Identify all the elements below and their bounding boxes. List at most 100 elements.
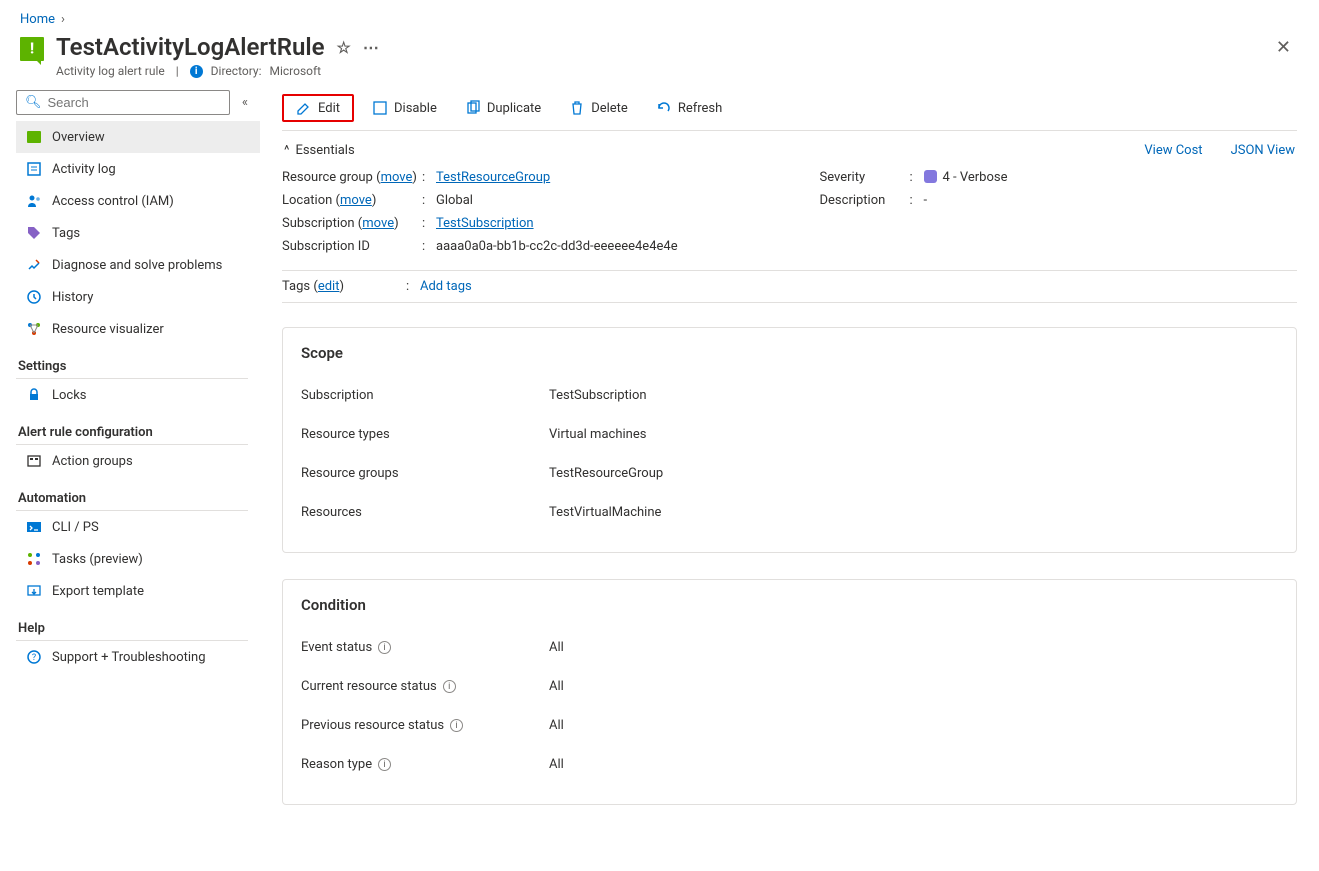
page-title-text: TestActivityLogAlertRule <box>56 33 325 61</box>
collapse-sidebar-icon[interactable]: « <box>238 91 252 114</box>
scope-resource-types-value: Virtual machines <box>549 427 1278 442</box>
info-icon[interactable]: i <box>450 719 463 732</box>
sidebar-item-cli-ps[interactable]: CLI / PS <box>16 511 260 543</box>
resource-type-label: Activity log alert rule <box>56 64 165 78</box>
sidebar-item-label: Export template <box>52 584 144 599</box>
main-content: Edit Disable Duplicate Delete <box>260 86 1319 871</box>
disable-label: Disable <box>394 101 437 116</box>
scope-card: Scope Subscription TestSubscription Reso… <box>282 327 1297 553</box>
severity-badge-icon <box>924 170 937 183</box>
page-header: ! TestActivityLogAlertRule ☆ ⋯ Activity … <box>0 33 1319 86</box>
sidebar-item-label: Action groups <box>52 454 133 469</box>
resource-group-link[interactable]: TestResourceGroup <box>436 170 550 185</box>
sidebar-item-diagnose[interactable]: Diagnose and solve problems <box>16 249 260 281</box>
sidebar-item-tasks[interactable]: Tasks (preview) <box>16 543 260 575</box>
sidebar-item-export-template[interactable]: Export template <box>16 575 260 607</box>
event-status-value: All <box>549 640 1278 655</box>
delete-icon <box>569 100 585 116</box>
subscription-link[interactable]: TestSubscription <box>436 216 534 231</box>
sidebar-item-overview[interactable]: Overview <box>16 121 260 153</box>
refresh-label: Refresh <box>678 101 722 116</box>
description-label: Description <box>820 193 910 208</box>
scope-resources-value: TestVirtualMachine <box>549 505 1278 520</box>
delete-button[interactable]: Delete <box>559 95 638 121</box>
reason-type-value: All <box>549 757 1278 772</box>
sidebar-item-label: Access control (IAM) <box>52 194 174 209</box>
delete-label: Delete <box>591 101 628 116</box>
sidebar-item-access-control[interactable]: Access control (IAM) <box>16 185 260 217</box>
essentials-label: Essentials <box>295 143 354 158</box>
severity-value: 4 - Verbose <box>943 170 1008 185</box>
export-template-icon <box>26 583 42 599</box>
favorite-star-icon[interactable]: ☆ <box>337 38 351 57</box>
sidebar-item-label: Support + Troubleshooting <box>52 650 206 665</box>
sidebar-item-tags[interactable]: Tags <box>16 217 260 249</box>
activity-log-icon <box>26 161 42 177</box>
directory-label: Directory: <box>211 64 262 78</box>
sidebar-item-action-groups[interactable]: Action groups <box>16 445 260 477</box>
sidebar-item-resource-visualizer[interactable]: Resource visualizer <box>16 313 260 345</box>
info-icon[interactable]: i <box>443 680 456 693</box>
info-icon[interactable]: i <box>378 758 391 771</box>
sidebar-item-label: Tasks (preview) <box>52 552 143 567</box>
tasks-icon <box>26 551 42 567</box>
cli-icon <box>26 519 42 535</box>
action-groups-icon <box>26 453 42 469</box>
event-status-label: Event status <box>301 640 372 655</box>
sidebar-item-label: Resource visualizer <box>52 322 164 337</box>
duplicate-label: Duplicate <box>487 101 541 116</box>
close-blade-button[interactable]: ✕ <box>1268 33 1299 62</box>
json-view-link[interactable]: JSON View <box>1231 143 1295 158</box>
current-status-label: Current resource status <box>301 679 437 694</box>
page-title: TestActivityLogAlertRule ☆ ⋯ <box>56 33 379 61</box>
condition-card: Condition Event status i All Current reso… <box>282 579 1297 805</box>
sidebar-item-label: CLI / PS <box>52 520 99 535</box>
svg-text:?: ? <box>32 653 36 663</box>
condition-title: Condition <box>301 596 1278 614</box>
sidebar-item-locks[interactable]: Locks <box>16 379 260 411</box>
edit-button[interactable]: Edit <box>282 94 354 122</box>
support-icon: ? <box>26 649 42 665</box>
refresh-button[interactable]: Refresh <box>646 95 732 121</box>
sidebar-section-automation: Automation <box>16 477 248 511</box>
severity-label: Severity <box>820 170 910 185</box>
disable-button[interactable]: Disable <box>362 95 447 121</box>
move-subscription[interactable]: move <box>362 216 394 231</box>
resource-group-label: Resource group <box>282 170 373 185</box>
scope-resource-types-label: Resource types <box>301 427 549 442</box>
sidebar-item-label: Activity log <box>52 162 116 177</box>
scope-title: Scope <box>301 344 1278 362</box>
description-value: - <box>924 193 1298 208</box>
search-icon: 🔍︎ <box>25 95 42 110</box>
location-label: Location <box>282 193 332 208</box>
diagnose-icon <box>26 257 42 273</box>
sidebar-item-activity-log[interactable]: Activity log <box>16 153 260 185</box>
info-icon[interactable]: i <box>190 65 203 78</box>
scope-resource-groups-label: Resource groups <box>301 466 549 481</box>
resource-visualizer-icon <box>26 321 42 337</box>
move-location[interactable]: move <box>340 193 372 208</box>
disable-icon <box>372 100 388 116</box>
scope-resource-groups-value: TestResourceGroup <box>549 466 1278 481</box>
sidebar-item-label: Overview <box>52 130 105 145</box>
add-tags-link[interactable]: Add tags <box>420 279 472 294</box>
info-icon[interactable]: i <box>378 641 391 654</box>
previous-status-label: Previous resource status <box>301 718 444 733</box>
subscription-id-label: Subscription ID <box>282 239 422 254</box>
sidebar-item-history[interactable]: History <box>16 281 260 313</box>
sidebar-item-support[interactable]: ? Support + Troubleshooting <box>16 641 260 673</box>
sidebar-search-input[interactable] <box>48 95 221 110</box>
tags-edit-link[interactable]: edit <box>318 279 340 294</box>
chevron-right-icon: › <box>61 12 65 27</box>
tags-icon <box>26 225 42 241</box>
duplicate-button[interactable]: Duplicate <box>455 95 551 121</box>
breadcrumb-home[interactable]: Home <box>20 12 55 27</box>
more-actions-icon[interactable]: ⋯ <box>363 38 379 57</box>
move-resource-group[interactable]: move <box>381 170 413 185</box>
view-cost-link[interactable]: View Cost <box>1144 143 1202 158</box>
essentials-toggle[interactable]: ^ Essentials <box>284 143 355 158</box>
sidebar-item-label: Diagnose and solve problems <box>52 258 222 273</box>
edit-label: Edit <box>318 101 340 116</box>
sidebar-search[interactable]: 🔍︎ <box>16 90 230 115</box>
location-value: Global <box>436 193 760 208</box>
